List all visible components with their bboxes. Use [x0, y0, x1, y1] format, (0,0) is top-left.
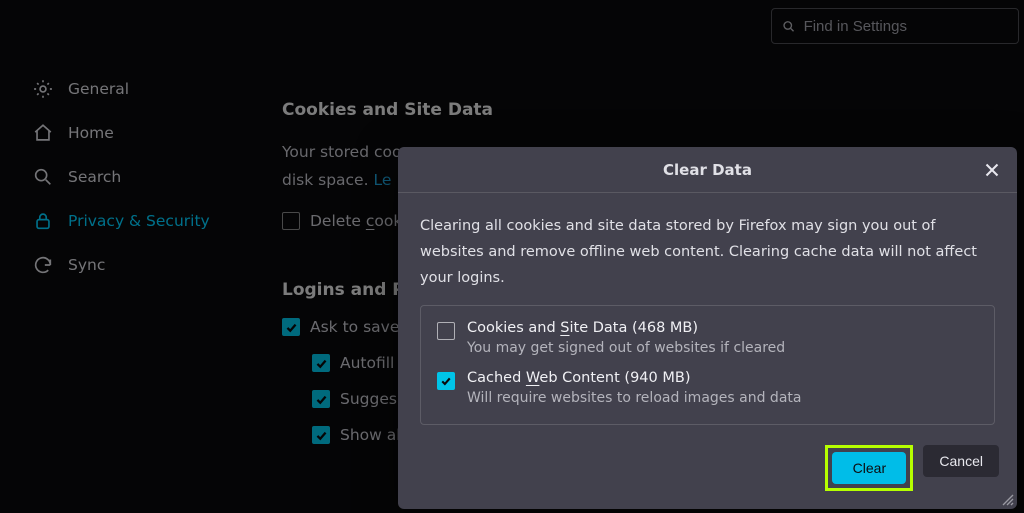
dialog-footer: Clear Cancel [398, 431, 1017, 509]
cookies-site-data-checkbox[interactable] [437, 322, 455, 340]
clear-button[interactable]: Clear [832, 452, 906, 484]
dialog-description: Clearing all cookies and site data store… [420, 213, 995, 291]
dialog-close-button[interactable] [979, 157, 1005, 183]
cached-web-content-option[interactable]: Cached Web Content (940 MB) Will require… [437, 370, 978, 406]
cached-web-content-hint: Will require websites to reload images a… [467, 390, 801, 406]
cookies-site-data-hint: You may get signed out of websites if cl… [467, 340, 785, 356]
cookies-site-data-option[interactable]: Cookies and Site Data (468 MB) You may g… [437, 320, 978, 356]
tutorial-highlight: Clear [825, 445, 913, 491]
cached-web-content-checkbox[interactable] [437, 372, 455, 390]
dialog-title: Clear Data [663, 161, 752, 179]
cancel-button[interactable]: Cancel [923, 445, 999, 477]
dialog-header: Clear Data [398, 147, 1017, 193]
resize-grip-icon[interactable] [1000, 492, 1014, 506]
close-icon [984, 162, 1000, 178]
clear-data-dialog: Clear Data Clearing all cookies and site… [398, 147, 1017, 509]
clear-data-options: Cookies and Site Data (468 MB) You may g… [420, 305, 995, 425]
dialog-body: Clearing all cookies and site data store… [398, 193, 1017, 431]
